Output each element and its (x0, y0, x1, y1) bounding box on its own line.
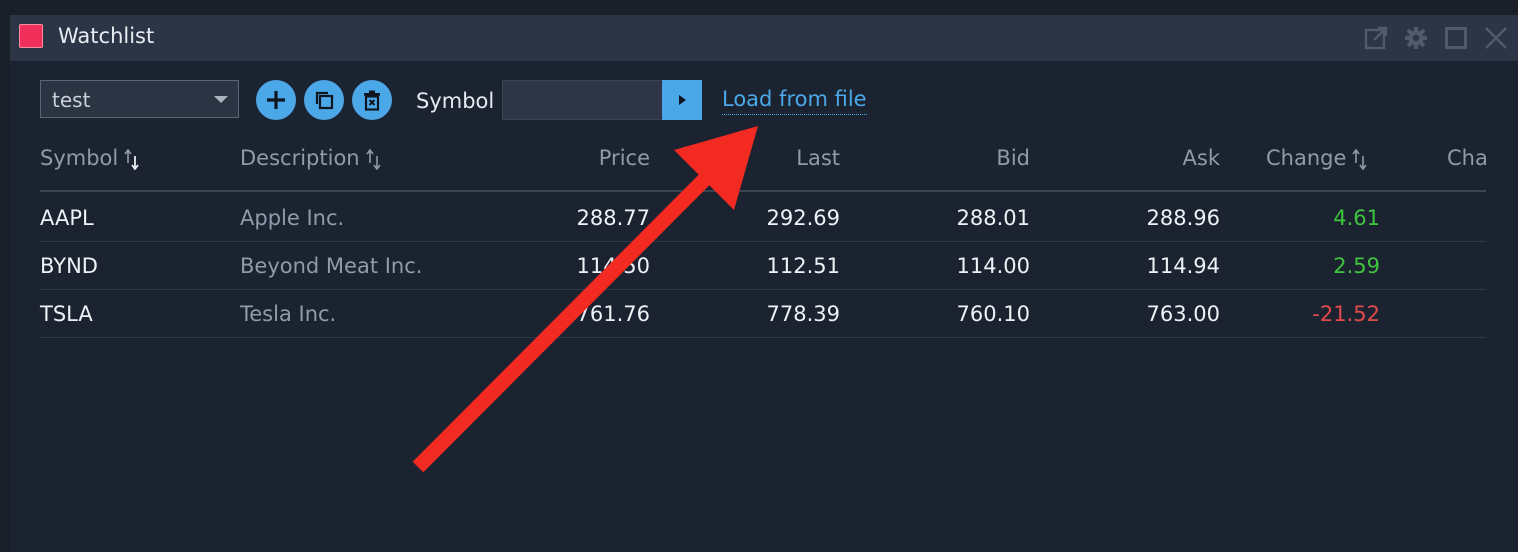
cell-description: Apple Inc. (240, 206, 345, 230)
delete-watchlist-button[interactable] (352, 80, 392, 120)
cell-last: 778.39 (766, 302, 840, 326)
column-header-description[interactable]: Description (240, 146, 382, 170)
load-from-file-link[interactable]: Load from file (722, 87, 867, 115)
watchlist-window: Watchlist test Symbol Load from file Sym… (10, 15, 1518, 552)
cell-last: 292.69 (766, 206, 840, 230)
column-header-bid[interactable]: Bid (910, 146, 1030, 170)
column-header-symbol[interactable]: Symbol (40, 146, 140, 170)
cell-last: 112.51 (766, 254, 840, 278)
copy-icon (315, 91, 334, 110)
column-header-change-label: Change (1266, 146, 1347, 170)
cell-bid: 288.01 (956, 206, 1030, 230)
column-header-change[interactable]: Change (1266, 146, 1368, 170)
cell-ask: 114.94 (1146, 254, 1220, 278)
column-header-ask[interactable]: Ask (1100, 146, 1220, 170)
cell-bid: 114.00 (956, 254, 1030, 278)
cell-symbol: TSLA (40, 302, 93, 326)
cell-ask: 763.00 (1146, 302, 1220, 326)
plus-icon (267, 91, 285, 109)
close-icon[interactable] (1482, 24, 1510, 52)
add-symbol-button[interactable] (662, 80, 702, 120)
cell-description: Beyond Meat Inc. (240, 254, 423, 278)
cell-change: -21.52 (1312, 302, 1380, 326)
table-row[interactable]: AAPL Apple Inc. 288.77 292.69 288.01 288… (40, 193, 1486, 242)
sort-desc-icon (124, 148, 139, 170)
trash-icon (364, 90, 380, 111)
column-header-last[interactable]: Last (720, 146, 840, 170)
cell-bid: 760.10 (956, 302, 1030, 326)
table-row[interactable]: TSLA Tesla Inc. 761.76 778.39 760.10 763… (40, 289, 1486, 338)
popout-icon[interactable] (1362, 24, 1390, 52)
window-color-swatch[interactable] (19, 24, 43, 48)
column-header-change-percent[interactable]: Cha (1447, 146, 1488, 170)
table-row[interactable]: BYND Beyond Meat Inc. 114.50 112.51 114.… (40, 241, 1486, 290)
gear-icon[interactable] (1402, 24, 1430, 52)
column-header-symbol-label: Symbol (40, 146, 119, 170)
title-bar: Watchlist (10, 15, 1518, 61)
column-header-price[interactable]: Price (530, 146, 650, 170)
window-title: Watchlist (58, 24, 155, 48)
add-watchlist-button[interactable] (256, 80, 296, 120)
cell-symbol: BYND (40, 254, 98, 278)
watchlist-select-value: test (52, 88, 91, 112)
cell-price: 288.77 (576, 206, 650, 230)
play-arrow-icon (679, 95, 686, 105)
header-divider (40, 190, 1486, 192)
sort-icon (1352, 148, 1368, 170)
maximize-icon[interactable] (1442, 24, 1470, 52)
watchlist-select[interactable]: test (40, 80, 239, 118)
column-header-description-label: Description (240, 146, 360, 170)
cell-price: 114.50 (576, 254, 650, 278)
cell-change: 4.61 (1333, 206, 1380, 230)
symbol-label: Symbol (416, 89, 495, 113)
sort-icon (365, 148, 381, 170)
chevron-down-icon (214, 96, 228, 103)
cell-change: 2.59 (1333, 254, 1380, 278)
cell-ask: 288.96 (1146, 206, 1220, 230)
symbol-input[interactable] (502, 80, 664, 120)
cell-price: 761.76 (576, 302, 650, 326)
cell-description: Tesla Inc. (240, 302, 337, 326)
copy-watchlist-button[interactable] (304, 80, 344, 120)
cell-symbol: AAPL (40, 206, 94, 230)
